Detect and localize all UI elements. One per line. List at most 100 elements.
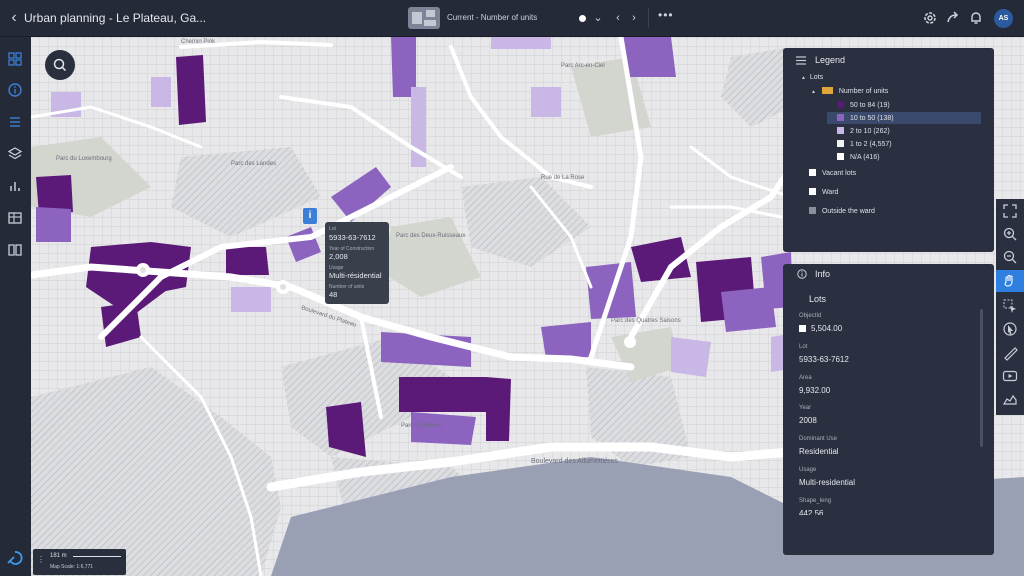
collapse-caret-icon[interactable]: ▲	[811, 89, 816, 95]
pan-tool-button[interactable]	[996, 270, 1024, 292]
map-thumbnail[interactable]	[408, 7, 440, 29]
next-view-icon[interactable]: ›	[627, 10, 641, 26]
app-title: Urban planning - Le Plateau, Ga...	[24, 11, 207, 25]
legend-ward[interactable]: Ward	[809, 188, 838, 196]
more-options-icon[interactable]: •••	[658, 8, 674, 22]
elevation-profile-icon[interactable]	[1002, 391, 1018, 407]
map-tools-bar	[996, 199, 1024, 415]
legend-class-label: 50 to 84 (19)	[850, 102, 890, 109]
lot-tooltip: Lot 5933-63-7612 Year of Construction 2,…	[325, 222, 389, 304]
label-parc-quatres-saisons: Parc des Quatres Saisons	[611, 318, 681, 324]
ruler-icon[interactable]	[1002, 345, 1018, 361]
user-avatar[interactable]: AS	[994, 9, 1013, 28]
back-icon[interactable]: ‹	[6, 9, 22, 27]
info-section-title: Lots	[809, 294, 827, 304]
book-icon[interactable]	[7, 242, 23, 258]
legend-class-row[interactable]: 1 to 2 (4,557)	[837, 140, 892, 148]
info-field-value: 5933-63-7612	[799, 355, 849, 364]
info-field-value: 5,504.00	[811, 324, 843, 333]
info-scrollbar[interactable]	[980, 309, 983, 447]
legend-vacant-lots[interactable]: Vacant lots	[809, 169, 856, 177]
video-icon[interactable]	[1002, 368, 1018, 384]
grip-icon[interactable]: ⋮	[37, 555, 45, 564]
view-selector-label[interactable]: Current - Number of units	[447, 13, 537, 22]
legend-class-swatch	[837, 140, 844, 147]
legend-class-row[interactable]: 10 to 50 (138)	[837, 114, 894, 122]
vacant-lots-swatch	[809, 169, 816, 176]
chevron-down-icon[interactable]: ⌄	[591, 10, 605, 26]
ward-swatch	[809, 188, 816, 195]
toolbar-divider	[648, 8, 649, 28]
legend-class-row[interactable]: 50 to 84 (19)	[837, 101, 890, 109]
legend-panel: Legend ▲ Lots ▲ Number of units Vacant l…	[783, 48, 994, 252]
layers-icon[interactable]	[7, 146, 23, 162]
info-field-value: 9,932.00	[799, 386, 831, 395]
hand-icon	[1004, 274, 1013, 287]
tooltip-units-value: 48	[329, 290, 338, 299]
select-cursor-icon[interactable]	[1002, 298, 1018, 314]
tooltip-lot-label: Lot	[329, 226, 336, 232]
top-bar: ‹ Urban planning - Le Plateau, Ga... Cur…	[0, 0, 1024, 37]
zoom-in-icon[interactable]	[1002, 226, 1018, 242]
list-icon[interactable]	[7, 114, 23, 130]
scale-distance: 181 m	[50, 553, 67, 559]
selected-lot-pin-icon[interactable]: i	[303, 208, 317, 224]
bell-icon[interactable]	[968, 10, 984, 26]
vacant-lots-label: Vacant lots	[821, 170, 857, 177]
info-field-label: Year	[799, 405, 812, 411]
legend-class-label: N/A (416)	[850, 154, 880, 161]
label-parc-landes: Parc des Landes	[231, 161, 276, 167]
legend-class-label: 2 to 10 (262)	[850, 128, 890, 135]
map-search-button[interactable]	[45, 50, 75, 80]
choropleth-swatch-icon	[821, 87, 833, 94]
gear-icon[interactable]	[922, 10, 938, 26]
map-scale-widget: ⋮ 181 m Map Scale: 1:6,771	[33, 549, 126, 575]
info-field-value: 2008	[799, 416, 817, 425]
legend-subgroup-label: Number of units	[838, 88, 889, 95]
legend-class-row[interactable]: 2 to 10 (262)	[837, 127, 890, 135]
pointer-icon[interactable]	[1002, 321, 1018, 337]
scale-bar-line	[73, 556, 121, 557]
legend-list-icon	[796, 56, 806, 65]
chart-icon[interactable]	[7, 178, 23, 194]
info-icon	[797, 269, 807, 279]
legend-subgroup-units[interactable]: ▲ Number of units	[811, 87, 888, 95]
legend-class-label: 1 to 2 (4,557)	[850, 141, 892, 148]
collapse-caret-icon[interactable]: ▲	[801, 75, 806, 81]
legend-class-row[interactable]: N/A (416)	[837, 153, 880, 161]
tooltip-usage-value: Multi-résidential	[329, 271, 382, 280]
fullscreen-icon[interactable]	[1002, 203, 1018, 219]
info-field-value: Residential	[799, 447, 839, 456]
info-field-label: Area	[799, 375, 812, 381]
outside-ward-label: Outside the ward	[821, 208, 875, 215]
label-parc-arc-en-ciel: Parc Arc-en-Ciel	[561, 63, 605, 69]
label-boulevard-allumettieres: Boulevard des Allumettières	[531, 458, 618, 465]
app-logo-icon	[7, 551, 23, 565]
previous-view-icon[interactable]: ‹	[611, 10, 625, 26]
table-icon[interactable]	[7, 210, 23, 226]
info-panel: Info Lots ObjectId 5,504.00 Lot 5933-63-…	[783, 264, 994, 555]
zoom-out-icon[interactable]	[1002, 249, 1018, 265]
info-field-value: 442.56	[799, 509, 824, 515]
info-field-label: Lot	[799, 344, 808, 350]
info-icon[interactable]	[7, 82, 23, 98]
share-icon[interactable]	[945, 10, 961, 26]
status-dot	[579, 15, 586, 22]
legend-outside-ward[interactable]: Outside the ward	[809, 207, 875, 215]
outside-ward-swatch	[809, 207, 816, 214]
dashboard-icon[interactable]	[7, 51, 23, 67]
info-field-label: Dominant Use	[799, 436, 838, 442]
map-scale-text: Map Scale: 1:6,771	[50, 564, 94, 570]
objectid-checkbox[interactable]	[799, 325, 806, 332]
legend-class-label: 10 to 50 (138)	[850, 115, 894, 122]
search-icon	[53, 58, 67, 72]
label-parc-riviere: Parc de Riviere	[401, 423, 443, 429]
ward-label: Ward	[821, 189, 839, 196]
info-field-label: Usage	[799, 467, 817, 473]
label-rue-la-rose: Rue de La Rose	[541, 175, 585, 181]
legend-class-swatch	[837, 101, 844, 108]
info-title: Info	[815, 269, 831, 279]
tooltip-lot-value: 5933-63-7612	[329, 233, 376, 242]
legend-group-lots[interactable]: ▲ Lots	[801, 74, 823, 81]
legend-class-swatch	[837, 127, 844, 134]
